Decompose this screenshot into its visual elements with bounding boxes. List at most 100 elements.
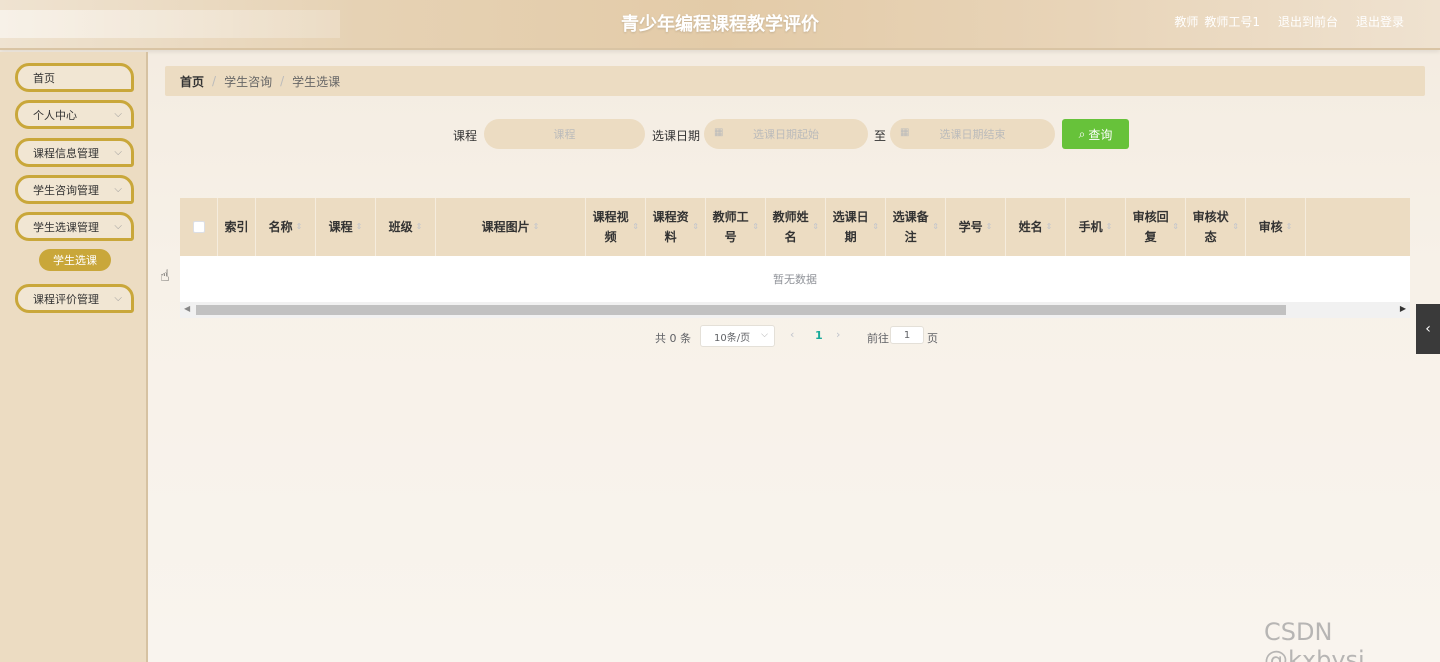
scroll-right-icon[interactable]: ▶ bbox=[1400, 304, 1406, 313]
column-header[interactable]: 教师工号 ⇕ bbox=[706, 198, 766, 256]
column-label: 班级 bbox=[388, 220, 413, 234]
column-header[interactable]: 课程图片 ⇕ bbox=[436, 198, 586, 256]
sort-icon[interactable]: ⇕ bbox=[533, 217, 540, 237]
search-form: 课程 课程 选课日期 ▦ 选课日期起始 至 ▦ 选课日期结束 ⌕ 查询 bbox=[150, 119, 1440, 149]
course-label: 课程 bbox=[453, 129, 478, 143]
chevron-left-icon: ‹ bbox=[1425, 321, 1431, 337]
watermark: CSDN @kxbysj bbox=[1264, 618, 1365, 662]
sidebar-item-home[interactable]: 首页 bbox=[15, 63, 134, 92]
sidebar-item-label: 课程信息管理 bbox=[33, 146, 99, 160]
search-button[interactable]: ⌕ 查询 bbox=[1062, 119, 1129, 149]
column-label: 学号 bbox=[958, 220, 983, 234]
column-header[interactable]: 姓名 ⇕ bbox=[1006, 198, 1066, 256]
sort-icon[interactable]: ⇕ bbox=[872, 217, 879, 237]
sort-icon[interactable]: ⇕ bbox=[986, 217, 993, 237]
sidebar-item-personal-center[interactable]: 个人中心 ⌵ bbox=[15, 100, 134, 129]
prev-page-icon[interactable]: ‹ bbox=[790, 328, 794, 341]
sidebar-item-course-evaluation[interactable]: 课程评价管理 ⌵ bbox=[15, 284, 134, 313]
sidebar-item-course-selection[interactable]: 学生选课管理 ⌵ bbox=[15, 212, 134, 241]
sort-icon[interactable]: ⇕ bbox=[812, 217, 819, 237]
column-label: 课程资料 bbox=[652, 210, 689, 244]
column-label: 名称 bbox=[268, 220, 293, 234]
sort-icon[interactable]: ⇕ bbox=[1232, 217, 1239, 237]
column-header[interactable]: 班级 ⇕ bbox=[376, 198, 436, 256]
course-placeholder: 课程 bbox=[553, 128, 576, 141]
column-header[interactable]: 审核回复 ⇕ bbox=[1126, 198, 1186, 256]
chevron-down-icon: ⌵ bbox=[114, 147, 122, 158]
column-label: 课程视频 bbox=[592, 210, 629, 244]
checkbox-icon bbox=[192, 221, 205, 233]
chevron-down-icon: ⌵ bbox=[114, 109, 122, 120]
chevron-up-icon: ⌵ bbox=[114, 221, 122, 232]
column-label: 审核 bbox=[1258, 220, 1283, 234]
column-header[interactable]: 课程资料 ⇕ bbox=[646, 198, 706, 256]
next-page-icon[interactable]: › bbox=[836, 328, 840, 341]
side-panel-toggle[interactable]: ‹ bbox=[1416, 304, 1440, 354]
column-label: 审核回复 bbox=[1132, 210, 1169, 244]
date-end-input[interactable]: ▦ 选课日期结束 bbox=[890, 119, 1055, 149]
sort-icon[interactable]: ⇕ bbox=[932, 217, 939, 237]
column-header[interactable]: 名称 ⇕ bbox=[256, 198, 316, 256]
date-start-input[interactable]: ▦ 选课日期起始 bbox=[704, 119, 868, 149]
sidebar-item-label: 学生选课管理 bbox=[33, 220, 99, 234]
column-header[interactable]: 手机 ⇕ bbox=[1066, 198, 1126, 256]
chevron-down-icon: ⌵ bbox=[114, 293, 122, 304]
course-input[interactable]: 课程 bbox=[484, 119, 645, 149]
total-suffix: 条 bbox=[680, 332, 691, 345]
exit-to-front-link[interactable]: 退出到前台 bbox=[1278, 13, 1338, 30]
sidebar-item-student-consult[interactable]: 学生咨询管理 ⌵ bbox=[15, 175, 134, 204]
sort-icon[interactable]: ⇕ bbox=[632, 217, 639, 237]
sort-icon[interactable]: ⇕ bbox=[296, 217, 303, 237]
sort-icon[interactable]: ⇕ bbox=[1172, 217, 1179, 237]
column-label: 审核状态 bbox=[1192, 210, 1229, 244]
sort-icon[interactable]: ⇕ bbox=[752, 217, 759, 237]
column-header[interactable]: 课程视频 ⇕ bbox=[586, 198, 646, 256]
breadcrumb-level1: 学生咨询 bbox=[224, 74, 273, 89]
breadcrumb-home[interactable]: 首页 bbox=[180, 73, 204, 90]
column-label: 课程 bbox=[328, 220, 353, 234]
sort-icon[interactable]: ⇕ bbox=[1106, 217, 1113, 237]
column-header[interactable]: 教师姓名 ⇕ bbox=[766, 198, 826, 256]
column-header[interactable]: 学号 ⇕ bbox=[946, 198, 1006, 256]
page-suffix: 页 bbox=[927, 332, 938, 345]
breadcrumb-separator: / bbox=[212, 74, 217, 88]
sort-icon[interactable]: ⇕ bbox=[416, 217, 423, 237]
column-header[interactable]: 选课日期 ⇕ bbox=[826, 198, 886, 256]
goto-label: 前往 bbox=[867, 332, 889, 345]
scrollbar-thumb[interactable] bbox=[196, 305, 1286, 315]
logout-link[interactable]: 退出登录 bbox=[1356, 13, 1404, 30]
sidebar-item-label: 学生咨询管理 bbox=[33, 183, 99, 197]
column-label: 选课备注 bbox=[892, 210, 929, 244]
sidebar-item-course-info[interactable]: 课程信息管理 ⌵ bbox=[15, 138, 134, 167]
sidebar-item-label: 课程评价管理 bbox=[33, 292, 99, 306]
page-size-select[interactable]: 10条/页 ⌵ bbox=[700, 325, 775, 347]
column-header[interactable]: 课程 ⇕ bbox=[316, 198, 376, 256]
sidebar: 首页 个人中心 ⌵ 课程信息管理 ⌵ 学生咨询管理 ⌵ 学生选课管理 ⌵ 学生选… bbox=[0, 52, 148, 662]
sort-icon[interactable]: ⇕ bbox=[1046, 217, 1053, 237]
column-label: 姓名 bbox=[1018, 220, 1043, 234]
sidebar-subitem-student-selection[interactable]: 学生选课 bbox=[39, 249, 111, 271]
sort-icon[interactable]: ⇕ bbox=[1286, 217, 1293, 237]
breadcrumb-separator: / bbox=[280, 74, 285, 88]
sort-icon[interactable]: ⇕ bbox=[692, 217, 699, 237]
goto-page-input[interactable]: 1 bbox=[890, 326, 924, 344]
column-label: 手机 bbox=[1078, 220, 1103, 234]
calendar-icon: ▦ bbox=[714, 127, 724, 138]
horizontal-scrollbar[interactable]: ◀ ▶ bbox=[180, 302, 1410, 318]
sidebar-item-label: 个人中心 bbox=[33, 108, 77, 122]
column-header[interactable]: 审核 ⇕ bbox=[1246, 198, 1306, 256]
data-table: 索引 名称 ⇕ 课程 ⇕ 班级 ⇕ 课程图片 ⇕ 课程视频 ⇕ 课程资料 ⇕ 教师工号 ⇕ 教… bbox=[180, 198, 1410, 318]
sidebar-item-label: 首页 bbox=[33, 71, 55, 85]
user-name: 教师工号1 bbox=[1204, 15, 1260, 29]
date-start-placeholder: 选课日期起始 bbox=[753, 128, 819, 141]
scroll-left-icon[interactable]: ◀ bbox=[184, 304, 190, 313]
page-number-current[interactable]: 1 bbox=[815, 329, 823, 342]
sort-icon[interactable]: ⇕ bbox=[356, 217, 363, 237]
column-header[interactable]: 审核状态 ⇕ bbox=[1186, 198, 1246, 256]
column-header[interactable]: 选课备注 ⇕ bbox=[886, 198, 946, 256]
pagination-total: 共 0 条 bbox=[655, 330, 691, 346]
calendar-icon: ▦ bbox=[900, 127, 910, 138]
column-label: 课程图片 bbox=[481, 220, 530, 234]
select-all-checkbox[interactable] bbox=[180, 198, 218, 256]
column-label: 教师工号 bbox=[712, 210, 749, 244]
